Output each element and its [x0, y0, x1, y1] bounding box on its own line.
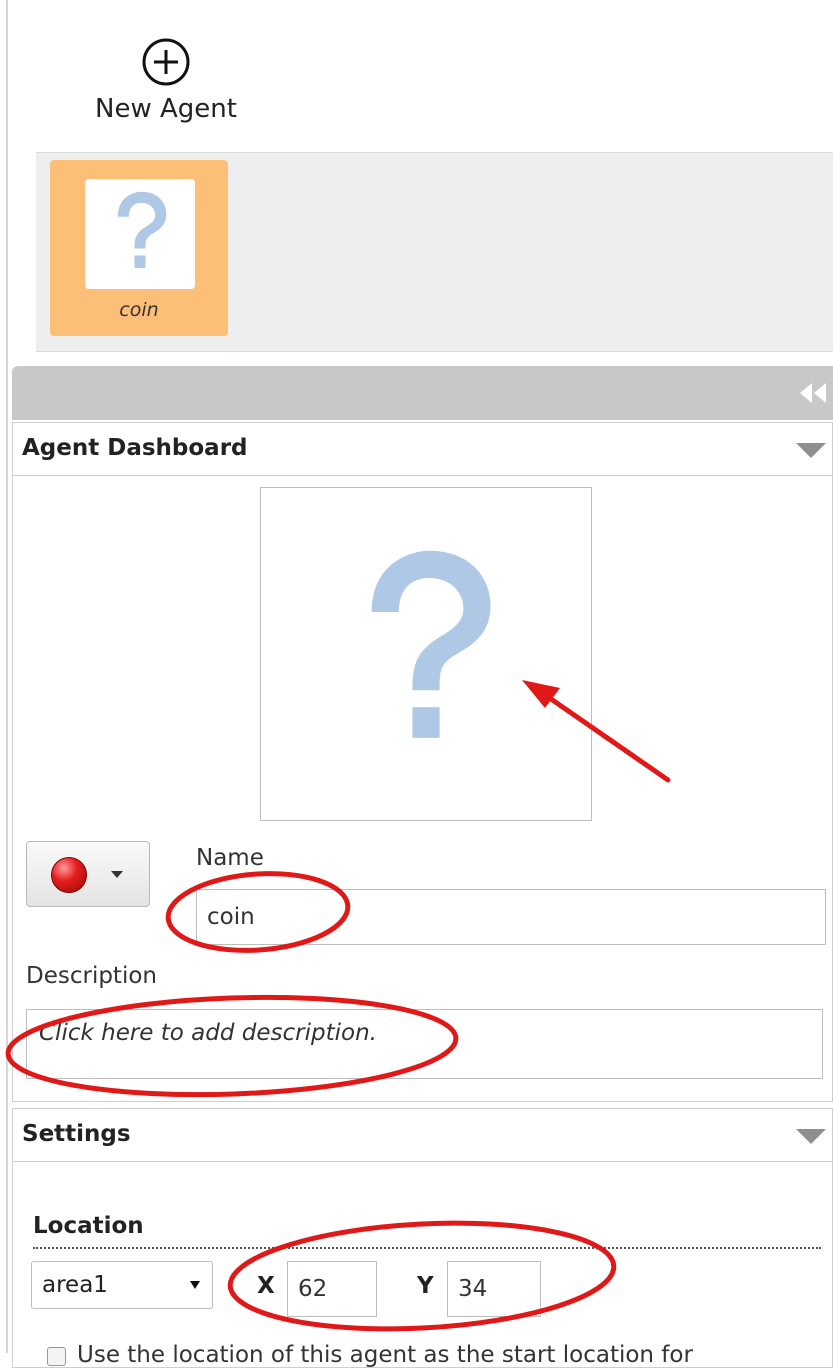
name-label: Name: [196, 845, 264, 871]
area-select-value: area1: [42, 1272, 108, 1298]
dashboard-title: Agent Dashboard: [22, 435, 248, 461]
agent-image-box[interactable]: [260, 487, 592, 821]
collapse-triangle-icon[interactable]: [796, 1129, 826, 1144]
settings-panel: Settings Location area1 X Y Use the loca…: [12, 1108, 833, 1368]
caret-down-icon: [111, 871, 123, 878]
agent-tile-coin[interactable]: coin: [50, 160, 228, 336]
question-mark-icon: [117, 191, 167, 268]
settings-title: Settings: [22, 1121, 131, 1147]
description-field[interactable]: Click here to add description.: [26, 1009, 823, 1079]
settings-header[interactable]: Settings: [13, 1109, 832, 1162]
y-input[interactable]: [447, 1261, 541, 1317]
color-picker-button[interactable]: [26, 841, 150, 907]
red-ball-icon: [51, 857, 87, 893]
area-select[interactable]: area1: [31, 1261, 213, 1309]
agent-dashboard-panel: Agent Dashboard Name Description Click h…: [12, 422, 833, 1102]
dropdown-arrow-icon: [190, 1281, 200, 1289]
name-input[interactable]: [196, 889, 826, 945]
dashboard-header[interactable]: Agent Dashboard: [13, 423, 832, 476]
new-agent-label: New Agent: [95, 94, 237, 124]
y-label: Y: [417, 1273, 434, 1299]
start-location-text: Use the location of this agent as the st…: [77, 1342, 693, 1368]
left-divider: [6, 0, 8, 1353]
start-location-checkbox[interactable]: [47, 1347, 66, 1366]
location-divider: [33, 1247, 821, 1249]
agent-tile-label: coin: [119, 299, 159, 321]
plus-circle-icon: [142, 38, 190, 86]
panel-collapse-bar: [12, 366, 833, 420]
new-agent-button[interactable]: New Agent: [86, 36, 246, 132]
agent-thumbnail: [85, 179, 195, 289]
double-chevron-left-icon[interactable]: [795, 380, 829, 406]
x-label: X: [257, 1273, 275, 1299]
question-mark-icon: [371, 550, 491, 738]
collapse-triangle-icon[interactable]: [796, 443, 826, 458]
description-label: Description: [26, 963, 157, 989]
location-title: Location: [33, 1213, 144, 1239]
x-input[interactable]: [287, 1261, 377, 1317]
